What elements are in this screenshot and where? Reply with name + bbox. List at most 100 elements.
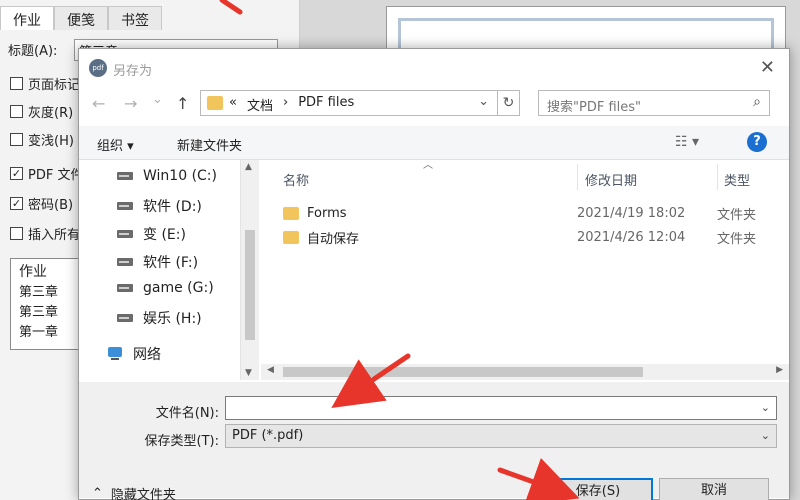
- recent-dropdown-icon[interactable]: ⌄: [152, 92, 163, 107]
- file-date: 2021/4/26 12:04: [577, 229, 686, 245]
- back-arrow-icon[interactable]: ←: [92, 94, 105, 113]
- checkbox-box[interactable]: [10, 227, 23, 240]
- folder-icon: [207, 96, 223, 110]
- nav-item-drive-g[interactable]: game (G:): [117, 280, 214, 296]
- tab-bookmarks[interactable]: 书签: [108, 6, 162, 30]
- filetype-select[interactable]: PDF (*.pdf) ⌄: [225, 424, 777, 448]
- chevron-down-icon[interactable]: ⌄: [761, 401, 770, 414]
- breadcrumb: « 文档 › PDF files: [229, 95, 354, 114]
- search-icon[interactable]: ⌕: [753, 94, 761, 110]
- checkbox-box[interactable]: [10, 105, 23, 118]
- search-box[interactable]: 搜索"PDF files" ⌕: [538, 90, 770, 116]
- checkbox-password[interactable]: ✓ 密码(B): [10, 194, 73, 213]
- checkbox-lighten[interactable]: 变浅(H): [10, 130, 74, 149]
- file-row[interactable]: Forms 2021/4/19 18:02 文件夹: [283, 202, 783, 224]
- checkbox-label: 页面标记: [28, 78, 81, 93]
- tab-notes[interactable]: 便笺: [54, 6, 108, 30]
- forward-arrow-icon[interactable]: →: [124, 94, 137, 113]
- nav-item-label: 网络: [133, 347, 161, 363]
- nav-item-label: 娱乐 (H:): [143, 311, 202, 327]
- column-divider[interactable]: [577, 164, 578, 190]
- column-header-name[interactable]: 名称: [283, 170, 309, 189]
- nav-item-label: Win10 (C:): [143, 168, 217, 184]
- save-button[interactable]: 保存(S): [543, 478, 653, 500]
- checkbox-grayscale[interactable]: 灰度(R): [10, 102, 73, 121]
- breadcrumb-documents[interactable]: 文档: [247, 95, 273, 114]
- nav-item-drive-f[interactable]: 软件 (F:): [117, 252, 198, 272]
- filename-input[interactable]: ⌄: [225, 396, 777, 420]
- system-drive-icon: [117, 172, 133, 180]
- drive-icon: [117, 202, 133, 210]
- file-name: Forms: [307, 205, 347, 221]
- breadcrumb-pdf-files[interactable]: PDF files: [298, 95, 354, 114]
- dialog-titlebar[interactable]: pdf 另存为 ✕: [79, 49, 789, 87]
- scroll-down-icon[interactable]: ▼: [245, 368, 252, 378]
- sort-up-icon: ︿: [423, 160, 433, 171]
- checkbox-box[interactable]: ✓: [10, 167, 23, 180]
- scrollbar-thumb[interactable]: [283, 367, 643, 377]
- hide-folders-label: 隐藏文件夹: [110, 488, 176, 500]
- column-header-date[interactable]: 修改日期: [585, 170, 637, 189]
- nav-item-drive-h[interactable]: 娱乐 (H:): [117, 308, 202, 328]
- nav-item-label: 软件 (D:): [143, 199, 202, 215]
- nav-item-drive-d[interactable]: 软件 (D:): [117, 196, 202, 216]
- scrollbar-thumb[interactable]: [245, 230, 255, 340]
- nav-item-label: game (G:): [143, 280, 214, 296]
- checkbox-label: 密码(B): [28, 198, 74, 213]
- file-row[interactable]: 自动保存 2021/4/26 12:04 文件夹: [283, 226, 783, 248]
- nav-item-label: 变 (E:): [143, 227, 186, 243]
- checkbox-box[interactable]: ✓: [10, 197, 23, 210]
- folder-icon: [283, 206, 299, 220]
- nav-item-drive-e[interactable]: 变 (E:): [117, 224, 186, 244]
- checkbox-label: PDF 文件: [28, 168, 84, 183]
- breadcrumb-prefix[interactable]: «: [229, 95, 237, 114]
- filetype-value: PDF (*.pdf): [232, 428, 304, 443]
- scroll-left-icon[interactable]: ◀: [267, 365, 274, 375]
- dialog-title: 另存为: [113, 64, 153, 79]
- nav-item-drive-c[interactable]: Win10 (C:): [117, 168, 217, 184]
- breadcrumb-separator[interactable]: ›: [283, 95, 288, 114]
- title-label: 标题(A):: [8, 44, 58, 59]
- nav-item-network[interactable]: 网络: [105, 344, 161, 364]
- tab-homework[interactable]: 作业: [0, 6, 54, 30]
- checkbox-label: 变浅(H): [28, 134, 74, 149]
- checkbox-box[interactable]: [10, 77, 23, 90]
- network-icon: [105, 347, 125, 361]
- nav-item-label: 软件 (F:): [143, 255, 199, 271]
- scroll-right-icon[interactable]: ▶: [776, 365, 783, 375]
- help-icon[interactable]: ?: [747, 132, 767, 152]
- new-folder-button[interactable]: 新建文件夹: [177, 135, 242, 154]
- chevron-up-icon: ⌃: [92, 486, 103, 500]
- organize-button[interactable]: 组织 ▾: [97, 135, 134, 154]
- checkbox-page-marks[interactable]: 页面标记: [10, 74, 80, 93]
- drive-icon: [117, 314, 133, 322]
- cancel-button[interactable]: 取消: [659, 478, 769, 500]
- checkbox-pdf-file[interactable]: ✓ PDF 文件: [10, 164, 83, 183]
- refresh-icon[interactable]: ↻: [498, 90, 520, 116]
- column-header-type[interactable]: 类型: [724, 170, 750, 189]
- view-options-icon[interactable]: ☷ ▾: [675, 134, 699, 150]
- checkbox-box[interactable]: [10, 133, 23, 146]
- nav-pane-scrollbar[interactable]: ▲ ▼: [241, 160, 259, 380]
- file-name: 自动保存: [307, 231, 360, 247]
- scroll-up-icon[interactable]: ▲: [245, 162, 252, 172]
- hide-folders-toggle[interactable]: ⌃ 隐藏文件夹: [92, 484, 176, 500]
- up-arrow-icon[interactable]: ↑: [176, 94, 189, 113]
- chevron-down-icon[interactable]: ⌄: [761, 429, 770, 442]
- folder-icon: [283, 230, 299, 244]
- file-list-pane[interactable]: ︿ 名称 修改日期 类型 Forms 2021/4/19 18:02 文件夹 自…: [261, 160, 789, 366]
- checkbox-insert-all[interactable]: 插入所有: [10, 224, 80, 243]
- filetype-label: 保存类型(T):: [144, 434, 219, 449]
- file-type: 文件夹: [717, 207, 757, 223]
- navigation-pane[interactable]: Win10 (C:) 软件 (D:) 变 (E:) 软件 (F:) game (…: [79, 160, 241, 380]
- filename-label: 文件名(N):: [155, 406, 219, 421]
- column-divider[interactable]: [717, 164, 718, 190]
- address-bar[interactable]: « 文档 › PDF files ⌄: [200, 90, 498, 116]
- dialog-toolbar: 组织 ▾ 新建文件夹 ☷ ▾ ?: [79, 126, 789, 160]
- search-input[interactable]: 搜索"PDF files": [547, 96, 641, 115]
- close-icon[interactable]: ✕: [760, 57, 775, 78]
- address-dropdown-icon[interactable]: ⌄: [478, 94, 489, 109]
- drive-icon: [117, 284, 133, 292]
- file-pane-hscrollbar[interactable]: ◀ ▶: [261, 364, 789, 380]
- file-type: 文件夹: [717, 231, 757, 247]
